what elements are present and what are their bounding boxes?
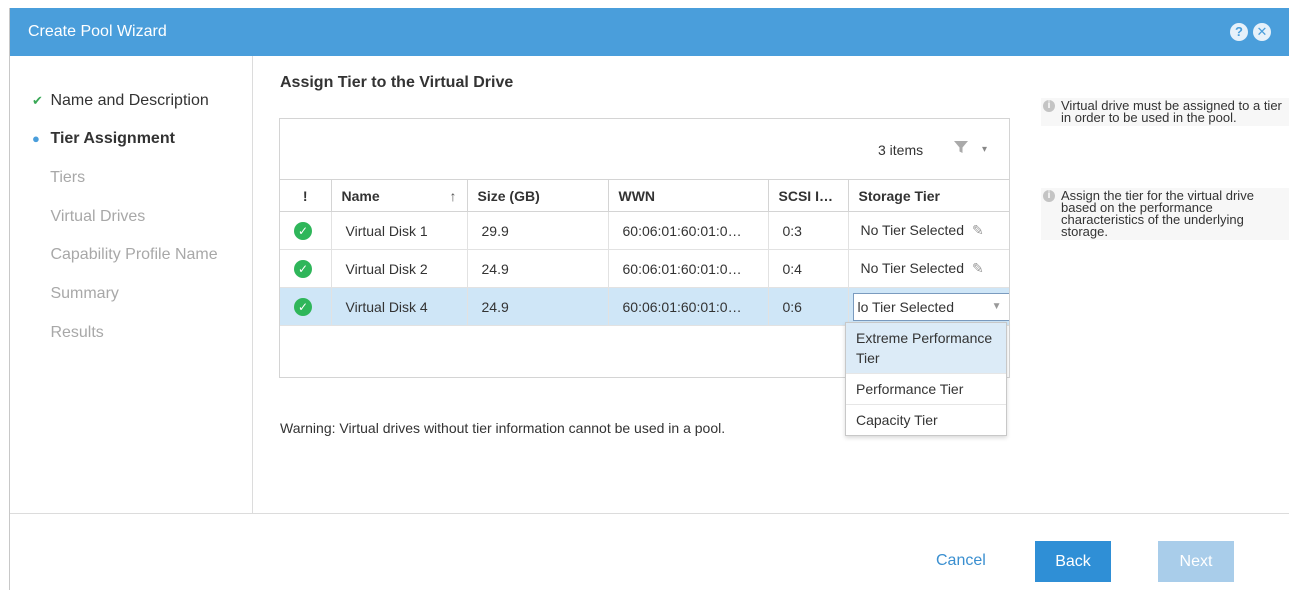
storage-tier-cell[interactable]: No Tier Selected ✎ [848,211,1009,250]
step-label: Results [50,324,104,341]
step-label: Name and Description [50,92,209,109]
info-note: i Assign the tier for the virtual drive … [1041,188,1289,240]
ok-check-icon: ✓ [294,221,312,240]
table-row[interactable]: ✓ Virtual Disk 2 24.9 60:06:01:60:01:0… … [280,249,1009,288]
item-count: 3 items [878,142,924,158]
table-row-selected[interactable]: ✓ Virtual Disk 4 24.9 60:06:01:60:01:0… … [280,287,1009,326]
step-tier-assignment[interactable]: ● Tier Assignment [32,130,175,148]
scsi-cell: 0:4 [768,249,849,288]
name-cell: Virtual Disk 1 [331,211,468,250]
wizard-steps-sidebar: ✔ Name and Description ● Tier Assignment… [10,56,253,513]
wizard-footer: Cancel Back Next [10,513,1289,590]
step-results: Results [32,324,104,342]
create-pool-wizard-dialog: Create Pool Wizard ? ✕ ✔ Name and Descri… [9,8,1289,590]
pencil-edit-icon[interactable]: ✎ [972,260,984,277]
title-bar: Create Pool Wizard ? ✕ [10,8,1289,56]
column-header-wwn[interactable]: WWN [608,179,769,212]
step-summary: Summary [32,285,119,303]
column-header-storage-tier[interactable]: Storage Tier [848,179,1009,212]
table-header-row: ! Name ↑ Size (GB) WWN SCSI I… Storage Ti… [280,179,1009,212]
step-capability-profile-name: Capability Profile Name [32,246,218,264]
size-cell: 24.9 [467,249,609,288]
column-header-scsi[interactable]: SCSI I… [768,179,849,212]
sort-ascending-icon[interactable]: ↑ [450,188,457,204]
next-button[interactable]: Next [1158,541,1234,582]
step-label: Capability Profile Name [50,246,218,263]
cancel-button[interactable]: Cancel [936,552,986,570]
step-label: Virtual Drives [50,208,146,225]
option-performance-tier[interactable]: Performance Tier [846,374,1006,405]
option-extreme-performance-tier[interactable]: Extreme Performance Tier [846,323,1006,374]
storage-tier-dropdown-menu: Extreme Performance Tier Performance Tie… [845,322,1007,436]
status-cell: ✓ [280,211,332,250]
storage-tier-cell: lo Tier Selected ▼ [848,287,1009,326]
status-cell: ✓ [280,249,332,288]
scsi-cell: 0:3 [768,211,849,250]
info-icon: i [1043,100,1055,112]
info-note: i Virtual drive must be assigned to a ti… [1041,98,1289,126]
chevron-down-icon[interactable]: ▼ [992,294,1002,320]
step-label: Tier Assignment [50,130,175,147]
ok-check-icon: ✓ [294,297,312,316]
step-label: Summary [50,285,119,302]
current-step-dot-icon: ● [32,131,40,146]
dialog-title: Create Pool Wizard [28,23,167,40]
storage-tier-cell[interactable]: No Tier Selected ✎ [848,249,1009,288]
name-cell: Virtual Disk 2 [331,249,468,288]
tier-table: ! Name ↑ Size (GB) WWN SCSI I… Storage Ti… [280,179,1009,326]
scsi-cell: 0:6 [768,287,849,326]
help-icon[interactable]: ? [1230,23,1248,41]
info-icon: i [1043,190,1055,202]
storage-tier-select[interactable]: lo Tier Selected ▼ [852,292,1009,321]
step-tiers: Tiers [32,169,85,187]
name-cell: Virtual Disk 4 [331,287,468,326]
main-content: Assign Tier to the Virtual Drive 3 items… [253,56,1289,513]
option-capacity-tier[interactable]: Capacity Tier [846,405,1006,435]
chevron-down-icon[interactable]: ▾ [982,144,987,155]
wwn-cell: 60:06:01:60:01:0… [608,211,769,250]
pencil-edit-icon[interactable]: ✎ [972,222,984,239]
table-row[interactable]: ✓ Virtual Disk 1 29.9 60:06:01:60:01:0… … [280,211,1009,250]
warning-text: Warning: Virtual drives without tier inf… [280,420,726,436]
filter-icon[interactable] [953,139,969,158]
column-header-size[interactable]: Size (GB) [467,179,609,212]
page-title: Assign Tier to the Virtual Drive [280,74,514,91]
size-cell: 29.9 [467,211,609,250]
back-button[interactable]: Back [1035,541,1111,582]
wwn-cell: 60:06:01:60:01:0… [608,287,769,326]
size-cell: 24.9 [467,287,609,326]
column-header-status[interactable]: ! [280,179,332,212]
check-icon: ✔ [32,93,43,108]
wwn-cell: 60:06:01:60:01:0… [608,249,769,288]
ok-check-icon: ✓ [294,259,312,278]
close-icon[interactable]: ✕ [1253,23,1271,41]
step-name-and-description[interactable]: ✔ Name and Description [32,92,209,110]
column-header-name[interactable]: Name ↑ [331,179,468,212]
step-label: Tiers [50,169,86,186]
status-cell: ✓ [280,287,332,326]
step-virtual-drives: Virtual Drives [32,208,145,226]
